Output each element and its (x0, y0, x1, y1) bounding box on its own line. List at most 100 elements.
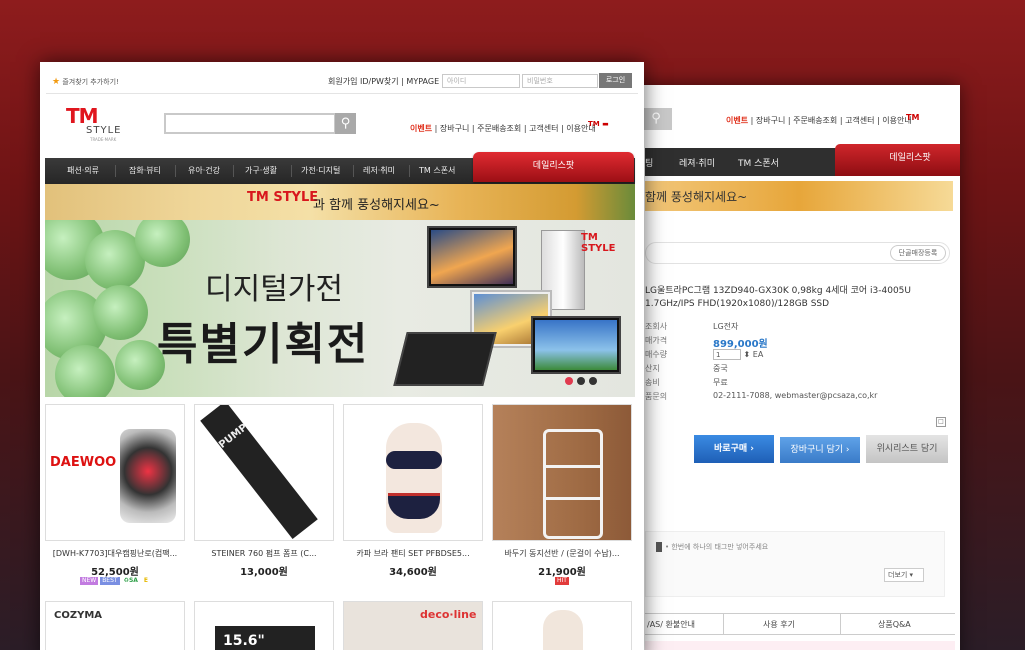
daily-spot-tab[interactable]: 데일리스팟 (473, 152, 634, 182)
search-input[interactable] (164, 113, 336, 134)
util-links[interactable]: 회원가입 ID/PW찾기 | MYPAGE (328, 76, 439, 87)
id-input[interactable]: 아이디 (442, 74, 520, 88)
store-bar: ◆◆◆◆ 단골매장등록 (645, 242, 950, 264)
link-orders[interactable]: 주문배송조회 (793, 116, 837, 125)
tag-area: • 한번에 하나의 태그만 넣어주세요 더보기 ▾ (645, 531, 945, 597)
promo-strip: TM STYLE 과 함께 풍성해지세요~ (45, 184, 635, 220)
tab-qna[interactable]: 상품Q&A (878, 619, 911, 630)
strip-logo: TM STYLE (247, 190, 319, 205)
login-button[interactable]: 로그인 (599, 73, 632, 88)
nav-item-sponsor[interactable]: TM 스폰서 (738, 156, 779, 169)
link-event[interactable]: 이벤트 (410, 124, 432, 133)
info-value: 중국 (713, 364, 728, 373)
divider (46, 93, 638, 94)
tab-reviews[interactable]: 사용 후기 (763, 619, 795, 630)
nav-item-living[interactable]: 가구·생활 (245, 165, 277, 176)
product-image[interactable]: PUMP (194, 404, 334, 541)
banner-pager (565, 370, 601, 389)
product-name[interactable]: [DWH-K7703]대우캠핑난로(컴팩... (45, 548, 185, 559)
promo-strip: 함께 풍성해지세요~ (645, 181, 953, 211)
product-price: 21,900원 (538, 567, 586, 578)
info-label: 송비 (645, 378, 660, 387)
product-name[interactable]: 카파 브라 팬티 SET PFBDSE5... (343, 548, 483, 559)
banner-title-2: 특별기획전 (157, 319, 370, 370)
link-cart[interactable]: 장바구니 (440, 124, 469, 133)
info-label: 품문의 (645, 392, 668, 401)
nav-item-sponsor[interactable]: TM 스폰서 (419, 165, 455, 176)
notebook-image (393, 332, 497, 386)
quantity-unit: EA (752, 350, 764, 359)
detail-tabs: /AS/ 환불안내 사용 후기 상품Q&A (645, 613, 955, 635)
site-logo[interactable]: TM STYLE TRADE·MARK (66, 106, 142, 142)
tab-as-refund[interactable]: /AS/ 환불안내 (647, 619, 695, 630)
product-image[interactable] (343, 404, 483, 541)
badge-e: E (143, 577, 149, 584)
header-links: 이벤트 | 장바구니 | 주문배송조회 | 고객센터 | 이용안내 (410, 124, 596, 133)
product-price: 34,600원 (389, 567, 437, 578)
product-image[interactable]: 15.6" 1.99kg (194, 601, 334, 650)
rose-decoration (55, 345, 115, 397)
rose-decoration (93, 285, 148, 340)
product-price: 52,500원 (91, 567, 139, 578)
header-links: 이벤트 | 장바구니 | 주문배송조회 | 고객센터 | 이용안내 (726, 116, 912, 125)
nav-item-goods[interactable]: 잡화·뷰티 (129, 165, 161, 176)
zoom-icon[interactable]: □ (936, 417, 946, 427)
nav-item-digital[interactable]: 가전·디지털 (301, 165, 340, 176)
add-to-cart-button[interactable]: 장바구니 담기 › (780, 437, 860, 463)
link-support[interactable]: 고객센터 (845, 116, 874, 125)
info-value: 02-2111-7088, webmaster@pcsaza,co,kr (713, 391, 878, 400)
search-icon: ⚲ (340, 116, 351, 131)
partner-logo: TM (906, 113, 920, 122)
badge-best: BEST (100, 577, 120, 585)
nav-item-fashion[interactable]: 패션·의류 (67, 165, 99, 176)
daily-spot-tab[interactable]: 데일리스팟 (835, 144, 960, 176)
product-name[interactable]: 바두기 동지선반 / (문걸이 수납)... (492, 548, 632, 559)
product-price: 13,000원 (240, 567, 288, 578)
pager-dot[interactable] (589, 377, 597, 385)
product-title: LG울트라PC그램 13ZD940-GX30K 0,98kg 4세대 코어 i3… (645, 286, 911, 309)
banner-title-1: 디지털가전 (205, 272, 343, 307)
search-icon: ⚲ (651, 111, 661, 126)
product-image[interactable] (492, 601, 632, 650)
product-image[interactable]: COZYMA (45, 601, 185, 650)
star-icon: ★ (52, 77, 61, 87)
product-image[interactable] (492, 404, 632, 541)
info-label: 조회사 (645, 322, 668, 331)
badge-hit: HIT (555, 577, 569, 585)
search-button[interactable]: ⚲ (335, 113, 356, 134)
link-cart[interactable]: 장바구니 (756, 116, 785, 125)
price-value: 899,000원 (713, 339, 768, 350)
wishlist-button[interactable]: 위시리스트 담기 (866, 435, 948, 463)
password-input[interactable]: 비밀번호 (522, 74, 598, 88)
pager-dot[interactable] (577, 377, 585, 385)
strip-text: 과 함께 풍성해지세요~ (313, 198, 440, 213)
pager-dot[interactable] (565, 377, 573, 385)
nav-item-kids[interactable]: 유아·건강 (188, 165, 220, 176)
product-name[interactable]: STEINER 760 펌프 폼프 (C... (194, 548, 334, 559)
link-orders[interactable]: 주문배송조회 (477, 124, 521, 133)
logo-sub: TRADE·MARK (90, 137, 117, 142)
main-banner[interactable]: 디지털가전 특별기획전 TM STYLE (45, 220, 635, 397)
badge-new: NEW (79, 577, 99, 585)
nav-item-leisure[interactable]: 레져·취미 (679, 156, 715, 169)
tag-select[interactable]: 더보기 ▾ (884, 568, 924, 582)
buy-now-button[interactable]: 바로구매 › (694, 435, 774, 463)
nav-item[interactable]: 팅 (645, 156, 653, 169)
partner-logo: TM ▬ (588, 120, 609, 128)
info-label: 산지 (645, 364, 660, 373)
favorite-store-button[interactable]: 단골매장등록 (890, 245, 946, 261)
info-value: 무료 (713, 378, 728, 387)
tag-hint: • 한번에 하나의 태그만 넣어주세요 (656, 542, 768, 552)
info-label: 매가격 (645, 336, 668, 345)
quantity-input[interactable]: 1 (713, 349, 741, 360)
info-label: 매수량 (645, 350, 668, 359)
link-support[interactable]: 고객센터 (529, 124, 558, 133)
favorite-link[interactable]: ★ 즐겨찾기 추가하기! (52, 77, 119, 87)
nav-item-leisure[interactable]: 레저·취미 (363, 165, 395, 176)
product-image[interactable]: DAEWOO (45, 404, 185, 541)
link-event[interactable]: 이벤트 (726, 116, 748, 125)
product-image[interactable]: deco·line (343, 601, 483, 650)
utility-bar: ★ 즐겨찾기 추가하기! 회원가입 ID/PW찾기 | MYPAGE 아이디 비… (40, 62, 644, 94)
laptop-image (427, 226, 517, 288)
search-button[interactable]: ⚲ (640, 108, 672, 130)
